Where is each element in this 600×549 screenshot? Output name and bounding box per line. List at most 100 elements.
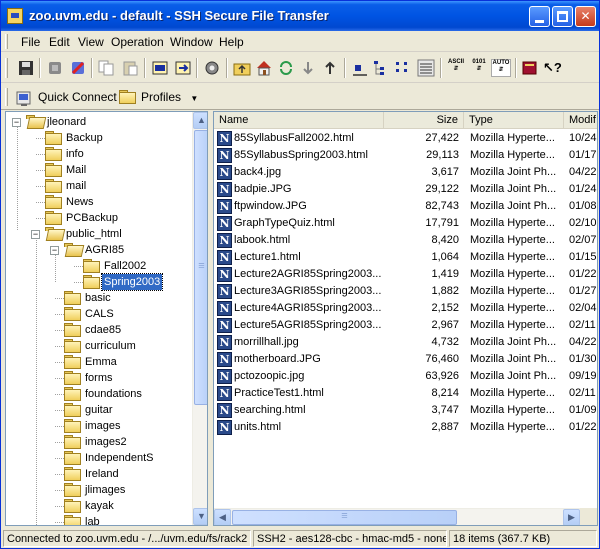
copy-icon[interactable] — [97, 59, 115, 77]
maximize-button[interactable] — [552, 6, 573, 27]
tree-item[interactable]: Emma — [6, 354, 191, 370]
table-row[interactable]: Nftpwindow.JPG 82,743 Mozilla Joint Ph... 0… — [214, 198, 597, 215]
list-view-icon[interactable] — [394, 59, 412, 77]
download-icon[interactable] — [299, 59, 317, 77]
auto-mode-icon[interactable]: AUTO ⇵ — [491, 59, 511, 77]
scroll-left-button[interactable]: ◀ — [214, 509, 231, 525]
cell-size: 3,617 — [431, 166, 459, 178]
table-row[interactable]: N Lecture4AGRI85Spring2003.... 2,152 Mozill… — [214, 300, 597, 317]
new-transfer-icon[interactable] — [174, 59, 192, 77]
tree-item[interactable]: foundations — [6, 386, 191, 402]
tree-view-icon[interactable] — [372, 59, 390, 77]
tree-item[interactable]: Backup — [6, 130, 191, 146]
table-row[interactable]: Npctozoopic.jpg 63,926 Mozilla Joint Ph...… — [214, 368, 597, 385]
list-horizontal-scrollbar[interactable]: ◀ ▶ — [214, 508, 580, 525]
quickbar-grip[interactable] — [5, 88, 8, 106]
quick-connect-button[interactable]: Quick Connect — [15, 87, 117, 107]
tree-item[interactable]: curriculum — [6, 338, 191, 354]
tree-item[interactable]: cdae85 — [6, 322, 191, 338]
home-icon[interactable] — [255, 59, 273, 77]
table-row[interactable]: N PracticeTest1.html 8,214 Mozilla Hyperte.… — [214, 385, 597, 402]
tree-item[interactable]: − AGRI85 — [6, 242, 191, 258]
menu-operation[interactable]: Operation — [111, 35, 164, 49]
tree-item[interactable]: News — [6, 194, 191, 210]
parent-folder-icon[interactable] — [233, 59, 251, 77]
ascii-mode-icon[interactable]: ASCII ⇵ — [446, 59, 466, 77]
tree-item[interactable]: PCBackup — [6, 210, 191, 226]
upload-icon[interactable] — [321, 59, 339, 77]
column-header-modified[interactable]: Modif — [564, 112, 597, 128]
tree-item[interactable]: IndependentS — [6, 450, 191, 466]
column-header-size[interactable]: Size — [384, 112, 464, 128]
tree-item[interactable]: Fall2002 — [6, 258, 191, 274]
table-row[interactable]: Nunits.html 2,887 Mozilla Hyperte... 01/22 — [214, 419, 597, 436]
scroll-right-button[interactable]: ▶ — [563, 509, 580, 525]
tree-item[interactable]: images2 — [6, 434, 191, 450]
collapse-toggle-icon[interactable]: − — [12, 118, 21, 127]
toolbar-grip[interactable] — [5, 58, 8, 78]
minimize-button[interactable] — [529, 6, 550, 27]
table-row[interactable]: N 85SyllabusSpring2003.html 29,113 Mozilla … — [214, 147, 597, 164]
table-row[interactable]: N Lecture3AGRI85Spring2003.... 1,882 Mozill… — [214, 283, 597, 300]
tree-item[interactable]: images — [6, 418, 191, 434]
scroll-up-button[interactable]: ▲ — [193, 112, 207, 129]
tree-item[interactable]: − public_html — [6, 226, 191, 242]
column-header-name[interactable]: Name — [214, 112, 384, 128]
file-list[interactable]: Name Size Type Modif N 85SyllabusFall2002… — [213, 111, 598, 526]
tree-item[interactable]: Spring2003 — [6, 273, 191, 291]
tree-item[interactable]: Ireland — [6, 466, 191, 482]
paste-icon[interactable] — [121, 59, 139, 77]
table-row[interactable]: N Lecture1.html 1,064 Mozilla Hyperte... 01/… — [214, 249, 597, 266]
menu-file[interactable]: File — [21, 35, 40, 49]
table-row[interactable]: N 85SyllabusFall2002.html 27,422 Mozilla Hy… — [214, 130, 597, 147]
profiles-button[interactable]: Profiles ▼ — [119, 87, 198, 107]
tree-item[interactable]: mail — [6, 178, 191, 194]
collapse-toggle-icon[interactable]: − — [50, 246, 59, 255]
help-book-icon[interactable] — [521, 59, 539, 77]
collapse-toggle-icon[interactable]: − — [31, 230, 40, 239]
table-row[interactable]: N Lecture5AGRI85Spring2003.... 2,967 Mozill… — [214, 317, 597, 334]
close-button[interactable]: ✕ — [575, 6, 596, 27]
tree-vertical-scrollbar[interactable]: ▲ ▼ — [192, 112, 207, 525]
table-row[interactable]: Nmorrillhall.jpg 4,732 Mozilla Joint Ph...… — [214, 334, 597, 351]
table-row[interactable]: Nlabook.html 8,420 Mozilla Hyperte... 02/07 — [214, 232, 597, 249]
menubar-grip[interactable] — [5, 34, 8, 49]
tree-item[interactable]: Mail — [6, 162, 191, 178]
table-row[interactable]: Nsearching.html 3,747 Mozilla Hyperte... 01… — [214, 402, 597, 419]
title-bar[interactable]: zoo.uvm.edu - default - SSH Secure File … — [1, 1, 599, 31]
menu-help[interactable]: Help — [219, 35, 244, 49]
tree-item[interactable]: basic — [6, 290, 191, 306]
settings-icon[interactable] — [203, 59, 221, 77]
tree-item[interactable]: lab — [6, 514, 191, 525]
new-terminal-icon[interactable] — [151, 59, 169, 77]
table-row[interactable]: Nbadpie.JPG 29,122 Mozilla Joint Ph... 01/2… — [214, 181, 597, 198]
tree-item[interactable]: jlimages — [6, 482, 191, 498]
connect-icon[interactable] — [69, 59, 87, 77]
menu-view[interactable]: View — [78, 35, 104, 49]
folder-tree[interactable]: − jleonard Backup info Mail mail News PCBackup −… — [5, 111, 208, 526]
table-row[interactable]: Nback4.jpg 3,617 Mozilla Joint Ph... 04/22 — [214, 164, 597, 181]
tree-scroll-thumb[interactable] — [194, 130, 207, 405]
tree-item[interactable]: info — [6, 146, 191, 162]
tree-item[interactable]: forms — [6, 370, 191, 386]
disconnect-icon[interactable] — [46, 59, 64, 77]
whats-this-icon[interactable]: ↖? — [543, 59, 562, 77]
save-icon[interactable] — [17, 59, 35, 77]
binary-mode-icon[interactable]: 0101 ⇵ — [469, 59, 489, 77]
details-view-icon[interactable] — [417, 59, 435, 77]
scroll-down-button[interactable]: ▼ — [193, 508, 207, 525]
list-scroll-thumb[interactable] — [232, 510, 457, 525]
menu-window[interactable]: Window — [170, 35, 213, 49]
refresh-icon[interactable] — [277, 59, 295, 77]
menu-edit[interactable]: Edit — [49, 35, 70, 49]
table-row[interactable]: Nmotherboard.JPG 76,460 Mozilla Joint Ph..… — [214, 351, 597, 368]
table-row[interactable]: N Lecture2AGRI85Spring2003.... 1,419 Mozill… — [214, 266, 597, 283]
tree-item[interactable]: guitar — [6, 402, 191, 418]
table-row[interactable]: N GraphTypeQuiz.html 17,791 Mozilla Hyperte… — [214, 215, 597, 232]
rename-icon[interactable] — [351, 59, 369, 77]
tree-item[interactable]: − jleonard — [6, 114, 191, 130]
tree-item[interactable]: CALS — [6, 306, 191, 322]
cell-type: Mozilla Hyperte... — [470, 132, 555, 144]
tree-item[interactable]: kayak — [6, 498, 191, 514]
column-header-type[interactable]: Type — [464, 112, 564, 128]
